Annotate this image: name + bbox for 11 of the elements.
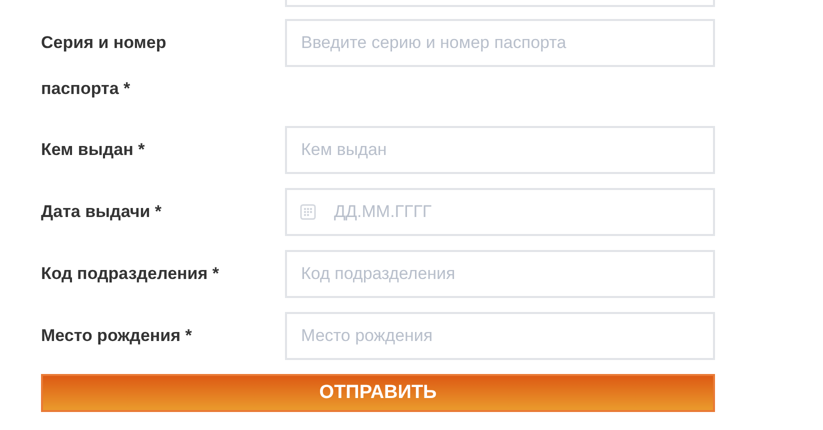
- submit-button[interactable]: ОТПРАВИТЬ: [41, 374, 715, 412]
- field-label: Дата выдачи *: [41, 201, 163, 223]
- input-field[interactable]: Код подразделения: [285, 250, 715, 298]
- input-field[interactable]: Место рождения: [285, 312, 715, 360]
- field-label: Кем выдан *: [41, 139, 146, 161]
- field-label: Место рождения *: [41, 325, 193, 347]
- field-label: Код подразделения *: [41, 263, 220, 285]
- input-field[interactable]: Кем выдан: [285, 126, 715, 174]
- date-field[interactable]: ДД.ММ.ГГГГ: [285, 188, 715, 236]
- input-field[interactable]: Введите серию и номер паспорта: [285, 19, 715, 67]
- field-label: Серия и номер паспорта *: [41, 32, 168, 100]
